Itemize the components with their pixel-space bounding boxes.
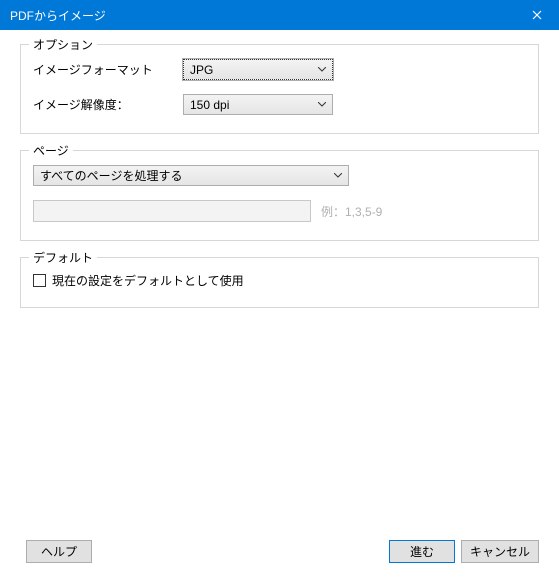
cancel-button[interactable]: キャンセル xyxy=(461,540,539,563)
default-checkbox[interactable] xyxy=(33,274,46,287)
ok-button[interactable]: 進む xyxy=(389,540,455,563)
page-mode-value: すべてのページを処理する xyxy=(40,167,330,184)
default-checkbox-label: 現在の設定をデフォルトとして使用 xyxy=(52,272,244,289)
page-range-row: 例：1,3,5-9 xyxy=(33,200,526,222)
dialog-window: PDFからイメージ オプション イメージフォーマット JPG イメージ解像度： xyxy=(0,0,559,581)
window-title: PDFからイメージ xyxy=(10,7,514,24)
chevron-down-icon xyxy=(314,99,330,110)
page-mode-row: すべてのページを処理する xyxy=(33,165,526,186)
image-dpi-label: イメージ解像度： xyxy=(33,96,183,113)
image-dpi-row: イメージ解像度： 150 dpi xyxy=(33,94,526,115)
image-dpi-select[interactable]: 150 dpi xyxy=(183,94,333,115)
page-range-hint: 例：1,3,5-9 xyxy=(321,203,382,220)
cancel-button-label: キャンセル xyxy=(470,543,530,560)
close-button[interactable] xyxy=(514,0,559,30)
image-format-label: イメージフォーマット xyxy=(33,61,183,78)
page-range-input[interactable] xyxy=(33,200,311,222)
image-format-row: イメージフォーマット JPG xyxy=(33,59,526,80)
chevron-down-icon xyxy=(330,170,346,181)
pages-group: ページ すべてのページを処理する 例：1,3,5-9 xyxy=(20,150,539,241)
ok-button-label: 進む xyxy=(410,543,434,560)
default-checkbox-row[interactable]: 現在の設定をデフォルトとして使用 xyxy=(33,272,526,289)
titlebar: PDFからイメージ xyxy=(0,0,559,30)
help-button-label: ヘルプ xyxy=(41,543,77,560)
options-group: オプション イメージフォーマット JPG イメージ解像度： 150 dpi xyxy=(20,44,539,134)
help-button[interactable]: ヘルプ xyxy=(26,540,92,563)
chevron-down-icon xyxy=(314,64,330,75)
defaults-group-label: デフォルト xyxy=(29,249,97,266)
image-format-select[interactable]: JPG xyxy=(183,59,333,80)
defaults-group: デフォルト 現在の設定をデフォルトとして使用 xyxy=(20,257,539,308)
image-format-value: JPG xyxy=(190,63,314,77)
close-icon xyxy=(532,7,542,23)
page-mode-select[interactable]: すべてのページを処理する xyxy=(33,165,349,186)
dialog-footer: ヘルプ 進む キャンセル xyxy=(0,540,559,581)
options-group-label: オプション xyxy=(29,36,97,53)
pages-group-label: ページ xyxy=(29,142,73,159)
image-dpi-value: 150 dpi xyxy=(190,98,314,112)
dialog-content: オプション イメージフォーマット JPG イメージ解像度： 150 dpi xyxy=(0,30,559,540)
